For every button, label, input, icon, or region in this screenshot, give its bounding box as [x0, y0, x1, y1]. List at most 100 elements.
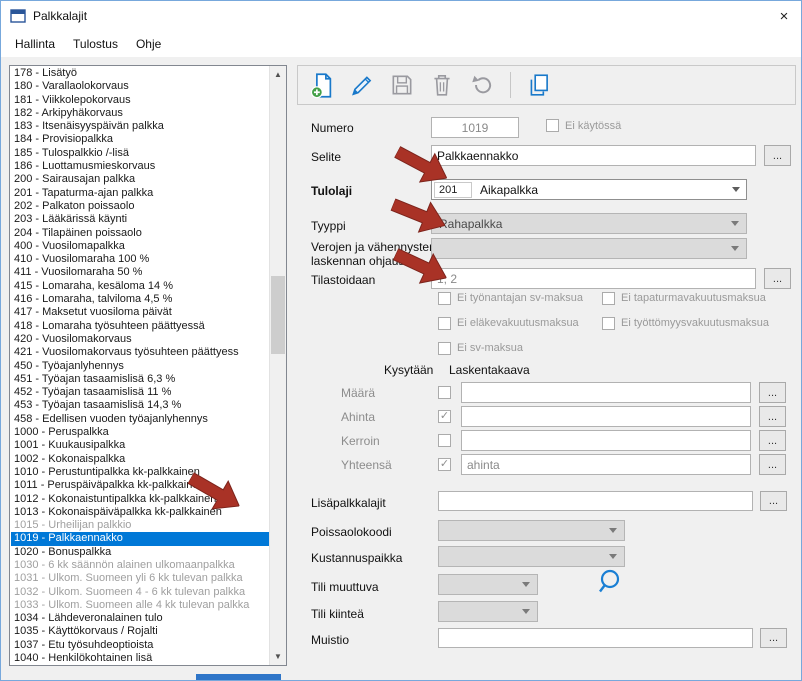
list-item[interactable]: 415 - Lomaraha, kesäloma 14 %	[11, 280, 269, 293]
list-item[interactable]: 1031 - Ulkom. Suomeen yli 6 kk tulevan p…	[11, 572, 269, 585]
list-item[interactable]: 410 - Vuosilomaraha 100 %	[11, 253, 269, 266]
chevron-down-icon[interactable]	[731, 221, 739, 226]
maksu-checkbox[interactable]: Ei työnantajan sv-maksua	[438, 291, 602, 305]
menu-item-tulostus[interactable]: Tulostus	[64, 33, 127, 55]
ei-kaytossa-checkbox[interactable]: Ei käytössä	[546, 119, 621, 132]
numero-field[interactable]: 1019	[431, 117, 519, 138]
kysytaan-checkbox[interactable]	[438, 386, 451, 399]
muistio-browse-button[interactable]: ...	[760, 628, 787, 648]
checkbox-box[interactable]	[438, 341, 451, 355]
maksu-checkbox[interactable]: Ei sv-maksua	[438, 341, 602, 355]
edit-button[interactable]	[346, 70, 378, 100]
scroll-thumb[interactable]	[271, 276, 285, 354]
laskentakaava-field[interactable]	[461, 382, 751, 403]
kysytaan-checkbox[interactable]: ✓	[438, 458, 451, 471]
save-button[interactable]	[386, 70, 418, 100]
chevron-down-icon[interactable]	[731, 246, 739, 251]
checkbox-box[interactable]	[602, 316, 615, 330]
list-item[interactable]: 183 - Itsenäisyyspäivän palkka	[11, 120, 269, 133]
list-item[interactable]: 1019 - Palkkaennakko	[11, 532, 269, 546]
list-item[interactable]: 184 - Provisiopalkka	[11, 133, 269, 146]
list-item[interactable]: 452 - Työajan tasaamislisä 11 %	[11, 386, 269, 399]
list-item[interactable]: 418 - Lomaraha työsuhteen päättyessä	[11, 320, 269, 333]
list-item[interactable]: 420 - Vuosilomakorvaus	[11, 333, 269, 346]
list-item[interactable]: 1034 - Lähdeveronalainen tulo	[11, 612, 269, 625]
list-item[interactable]: 451 - Työajan tasaamislisä 6,3 %	[11, 373, 269, 386]
lisapalkkalajit-browse-button[interactable]: ...	[760, 491, 787, 511]
checkbox-box[interactable]	[438, 291, 451, 305]
list-item[interactable]: 1000 - Peruspalkka	[11, 426, 269, 439]
chevron-down-icon[interactable]	[732, 187, 740, 192]
list-item[interactable]: 200 - Sairausajan palkka	[11, 173, 269, 186]
formula-browse-button[interactable]: ...	[759, 454, 786, 475]
list-item[interactable]: 178 - Lisätyö	[11, 67, 269, 80]
chevron-down-icon[interactable]	[522, 582, 530, 587]
list-item[interactable]: 1012 - Kokonaistuntipalkka kk-palkkainen	[11, 493, 269, 506]
scroll-up-arrow-icon[interactable]: ▲	[270, 66, 286, 83]
copy-button[interactable]	[523, 70, 555, 100]
laskentakaava-field[interactable]	[461, 406, 751, 427]
lisapalkkalajit-field[interactable]	[438, 491, 753, 511]
new-button[interactable]	[306, 70, 338, 100]
poissaolokoodi-dropdown[interactable]	[438, 520, 625, 541]
close-button[interactable]: ×	[771, 4, 797, 28]
list-item[interactable]: 458 - Edellisen vuoden työajanlyhennys	[11, 413, 269, 426]
list-item[interactable]: 1035 - Käyttökorvaus / Rojalti	[11, 625, 269, 638]
checkbox-box[interactable]	[438, 316, 451, 330]
scroll-down-arrow-icon[interactable]: ▼	[270, 648, 286, 665]
menu-item-ohje[interactable]: Ohje	[127, 33, 170, 55]
list-item[interactable]: 1010 - Perustuntipalkka kk-palkkainen	[11, 466, 269, 479]
list-item[interactable]: 450 - Työajanlyhennys	[11, 360, 269, 373]
kysytaan-checkbox[interactable]: ✓	[438, 410, 451, 423]
list-item[interactable]: 204 - Tilapäinen poissaolo	[11, 227, 269, 240]
tili-kiintea-dropdown[interactable]	[438, 601, 538, 622]
formula-browse-button[interactable]: ...	[759, 382, 786, 403]
list-item[interactable]: 416 - Lomaraha, talviloma 4,5 %	[11, 293, 269, 306]
list-item[interactable]: 411 - Vuosilomaraha 50 %	[11, 266, 269, 279]
tulolaji-combobox[interactable]: 201 Aikapalkka	[431, 179, 747, 200]
list-item[interactable]: 1011 - Peruspäiväpalkka kk-palkkainen	[11, 479, 269, 492]
list-item[interactable]: 1001 - Kuukausipalkka	[11, 439, 269, 452]
list-item[interactable]: 1030 - 6 kk säännön alainen ulkomaanpalk…	[11, 559, 269, 572]
tilastoidaan-field[interactable]: 1, 2	[431, 268, 756, 289]
muistio-field[interactable]	[438, 628, 753, 648]
list-item[interactable]: 1015 - Urheilijan palkkio	[11, 519, 269, 532]
list-item[interactable]: 1020 - Bonuspalkka	[11, 546, 269, 559]
maksu-checkbox[interactable]: Ei eläkevakuutusmaksua	[438, 316, 602, 330]
menu-item-hallinta[interactable]: Hallinta	[6, 33, 64, 55]
formula-browse-button[interactable]: ...	[759, 430, 786, 451]
verojen-dropdown[interactable]	[431, 238, 747, 259]
list-item[interactable]: 1002 - Kokonaispalkka	[11, 453, 269, 466]
list-item[interactable]: 180 - Varallaolokorvaus	[11, 80, 269, 93]
list-item[interactable]: 202 - Palkaton poissaolo	[11, 200, 269, 213]
selite-browse-button[interactable]: ...	[764, 145, 791, 166]
undo-button[interactable]	[466, 70, 498, 100]
list-item[interactable]: 1040 - Henkilökohtainen lisä	[11, 652, 269, 664]
tyyppi-dropdown[interactable]: Rahapalkka	[431, 213, 747, 234]
list-item[interactable]: 421 - Vuosilomakorvaus työsuhteen päätty…	[11, 346, 269, 359]
list-item[interactable]: 203 - Lääkärissä käynti	[11, 213, 269, 226]
paylist-scrollbar[interactable]: ▲ ▼	[269, 66, 286, 665]
chevron-down-icon[interactable]	[609, 528, 617, 533]
formula-browse-button[interactable]: ...	[759, 406, 786, 427]
list-item[interactable]: 453 - Työajan tasaamislisä 14,3 %	[11, 399, 269, 412]
list-item[interactable]: 182 - Arkipyhäkorvaus	[11, 107, 269, 120]
search-icon[interactable]	[596, 568, 624, 596]
list-item[interactable]: 1032 - Ulkom. Suomeen 4 - 6 kk tulevan p…	[11, 586, 269, 599]
tilastoidaan-browse-button[interactable]: ...	[764, 268, 791, 289]
kustannuspaikka-dropdown[interactable]	[438, 546, 625, 567]
list-item[interactable]: 400 - Vuosilomapalkka	[11, 240, 269, 253]
list-item[interactable]: 1037 - Etu työsuhdeoptioista	[11, 639, 269, 652]
list-item[interactable]: 186 - Luottamusmieskorvaus	[11, 160, 269, 173]
maksu-checkbox[interactable]: Ei tapaturmavakuutusmaksua	[602, 291, 769, 305]
kysytaan-checkbox[interactable]	[438, 434, 451, 447]
list-item[interactable]: 185 - Tulospalkkio /-lisä	[11, 147, 269, 160]
selite-field[interactable]: Palkkaennakko	[431, 145, 756, 166]
checkbox-box[interactable]	[602, 291, 615, 305]
list-item[interactable]: 1013 - Kokonaispäiväpalkka kk-palkkainen	[11, 506, 269, 519]
laskentakaava-field[interactable]	[461, 430, 751, 451]
tili-muuttuva-dropdown[interactable]	[438, 574, 538, 595]
delete-button[interactable]	[426, 70, 458, 100]
chevron-down-icon[interactable]	[522, 609, 530, 614]
list-item[interactable]: 201 - Tapaturma-ajan palkka	[11, 187, 269, 200]
